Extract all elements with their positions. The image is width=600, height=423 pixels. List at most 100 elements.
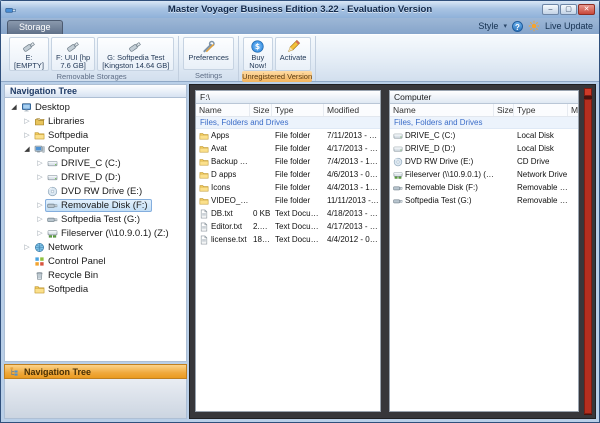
file-name: DB.txt: [211, 209, 233, 218]
file-name: Fileserver (\\10.9.0.1) (Z:): [405, 170, 494, 179]
column-header-modified[interactable]: Modified: [324, 104, 380, 116]
file-row-db-txt[interactable]: DB.txt0 KBText Document4/18/2013 - 06:06…: [196, 207, 380, 220]
tree-item-dvd-rw-drive-e[interactable]: DVD RW Drive (E:): [5, 184, 186, 198]
minimize-button[interactable]: –: [542, 4, 559, 15]
file-row-editor-txt[interactable]: Editor.txt2.4 KBText Document4/17/2013 -…: [196, 220, 380, 233]
file-name: DVD RW Drive (E:): [405, 157, 473, 166]
text-file-icon: [199, 235, 209, 245]
column-header-modified[interactable]: Modified: [568, 104, 578, 116]
file-name: DRIVE_D (D:): [405, 144, 455, 153]
control-panel-icon: [34, 256, 45, 267]
expand-arrow-icon[interactable]: ◢: [22, 145, 32, 153]
file-row-license-txt[interactable]: license.txt18 KBText Document4/4/2012 - …: [196, 233, 380, 246]
live-update-icon[interactable]: [528, 20, 540, 32]
expand-arrow-icon[interactable]: ▷: [35, 201, 45, 209]
expand-arrow-icon[interactable]: ▷: [35, 229, 45, 237]
help-icon[interactable]: ?: [512, 21, 523, 32]
chevron-down-icon[interactable]: ▾: [503, 22, 507, 30]
tree-item-control-panel[interactable]: Control Panel: [5, 254, 186, 268]
ribbon-group-label: Settings: [182, 70, 234, 81]
expand-arrow-icon[interactable]: ▷: [22, 131, 32, 139]
folder-icon: [34, 130, 45, 141]
file-row-dvd-rw-drive-e[interactable]: DVD RW Drive (E:)CD Drive: [390, 155, 578, 168]
cell-type: File folder: [272, 183, 324, 192]
expand-arrow-icon[interactable]: ▷: [35, 159, 45, 167]
file-row-video-ts[interactable]: VIDEO_TSFile folder11/11/2013 - 10:24:50: [196, 194, 380, 207]
activate-button[interactable]: Activate: [275, 37, 312, 71]
drive-g-button[interactable]: G: Softpedia Test[Kingston 14.64 GB]: [97, 37, 174, 71]
expand-arrow-icon[interactable]: ◢: [9, 103, 19, 111]
cell-type: Local Disk: [514, 131, 568, 140]
column-headers: NameSizeTypeModified: [196, 104, 380, 117]
tree-item-body: Recycle Bin: [32, 269, 102, 282]
folder-icon: [34, 284, 45, 295]
file-row-drive-c-c[interactable]: DRIVE_C (C:)Local Disk: [390, 129, 578, 142]
file-row-d-apps[interactable]: D appsFile folder4/6/2013 - 04:35:48: [196, 168, 380, 181]
tree-item-network[interactable]: ▷Network: [5, 240, 186, 254]
tree-item-drive-d-d[interactable]: ▷DRIVE_D (D:): [5, 170, 186, 184]
expand-arrow-icon[interactable]: ▷: [22, 117, 32, 125]
file-row-removable-disk-f[interactable]: Removable Disk (F:)Removable Disk: [390, 181, 578, 194]
cell-name: Removable Disk (F:): [390, 183, 494, 193]
cell-name: DB.txt: [196, 209, 250, 219]
cell-type: Text Document: [272, 222, 324, 231]
ribbon-group-label: Removable Storages: [8, 71, 175, 82]
button-label: [Kingston 14.64 GB]: [102, 62, 169, 70]
preferences-button[interactable]: Preferences: [183, 37, 233, 70]
column-header-type[interactable]: Type: [514, 104, 568, 116]
cell-modified: 7/11/2013 - 04:35:40: [324, 131, 380, 140]
column-header-size[interactable]: Size: [494, 104, 514, 116]
tree-item-removable-disk-f[interactable]: ▷Removable Disk (F:): [5, 198, 186, 212]
tree-item-body: DRIVE_D (D:): [45, 171, 125, 184]
file-row-drive-d-d[interactable]: DRIVE_D (D:) Local Disk: [390, 142, 578, 155]
file-row-softpedia-test-g[interactable]: Softpedia Test (G:)Removable Disk: [390, 194, 578, 207]
column-header-type[interactable]: Type: [272, 104, 324, 116]
tree-item-label: Control Panel: [48, 256, 106, 267]
live-update-label[interactable]: Live Update: [545, 21, 593, 31]
cell-type: File folder: [272, 144, 324, 153]
ribbon-tab-strip: Storage Style ▾ ? Live Update: [1, 18, 599, 34]
cell-type: File folder: [272, 157, 324, 166]
usbdrive-icon: [66, 39, 81, 54]
tab-storage[interactable]: Storage: [7, 20, 63, 34]
drive-e-button[interactable]: E:[EMPTY]: [9, 37, 49, 71]
scroll-up-button[interactable]: [584, 88, 592, 96]
tree-item-computer[interactable]: ◢Computer: [5, 142, 186, 156]
column-header-name[interactable]: Name: [390, 104, 494, 116]
tree-item-drive-c-c[interactable]: ▷DRIVE_C (C:): [5, 156, 186, 170]
file-row-icons[interactable]: IconsFile folder4/4/2013 - 10:34:21: [196, 181, 380, 194]
file-panel-f: F:\NameSizeTypeModifiedFiles, Folders an…: [195, 90, 381, 412]
expand-arrow-icon[interactable]: ▷: [22, 243, 32, 251]
vertical-scrollbar[interactable]: [584, 88, 592, 415]
style-menu[interactable]: Style: [478, 21, 498, 31]
tree-item-desktop[interactable]: ◢Desktop: [5, 100, 186, 114]
tree-item-label: Softpedia: [48, 284, 88, 295]
tree-item-fileserver-10-9-0-1-z[interactable]: ▷Fileserver (\\10.9.0.1) (Z:): [5, 226, 186, 240]
maximize-button[interactable]: ▢: [560, 4, 577, 15]
file-row-apps[interactable]: AppsFile folder7/11/2013 - 04:35:40: [196, 129, 380, 142]
navigation-tree-button[interactable]: Navigation Tree: [4, 364, 187, 379]
file-row-fileserver-10-9-0-1-z[interactable]: Fileserver (\\10.9.0.1) (Z:)Network Driv…: [390, 168, 578, 181]
drive-f-button[interactable]: F: UUI [hp7.6 GB]: [51, 37, 95, 71]
panel-title: Computer: [390, 91, 578, 104]
column-header-size[interactable]: Size: [250, 104, 272, 116]
buy-icon: $: [250, 39, 265, 54]
file-row-backup-test[interactable]: Backup TestFile folder7/4/2013 - 18:35:1…: [196, 155, 380, 168]
disk-icon: [393, 144, 403, 154]
tree-item-softpedia[interactable]: Softpedia: [5, 282, 186, 296]
tree-item-libraries[interactable]: ▷Libraries: [5, 114, 186, 128]
disk-icon: [47, 172, 58, 183]
close-button[interactable]: ✕: [578, 4, 595, 15]
file-row-avat[interactable]: AvatFile folder4/17/2013 - 04:45:56: [196, 142, 380, 155]
scrollbar-thumb[interactable]: [584, 99, 592, 414]
cell-type: Local Disk: [514, 144, 568, 153]
buy-now-button[interactable]: $BuyNow!: [243, 37, 273, 71]
network-drive-icon: [47, 228, 58, 239]
column-header-name[interactable]: Name: [196, 104, 250, 116]
tree-item-softpedia[interactable]: ▷Softpedia: [5, 128, 186, 142]
cell-modified: 4/17/2013 - 04:43:37: [324, 222, 380, 231]
tree-item-recycle-bin[interactable]: Recycle Bin: [5, 268, 186, 282]
tree-item-softpedia-test-g[interactable]: ▷Softpedia Test (G:): [5, 212, 186, 226]
expand-arrow-icon[interactable]: ▷: [35, 173, 45, 181]
expand-arrow-icon[interactable]: ▷: [35, 215, 45, 223]
